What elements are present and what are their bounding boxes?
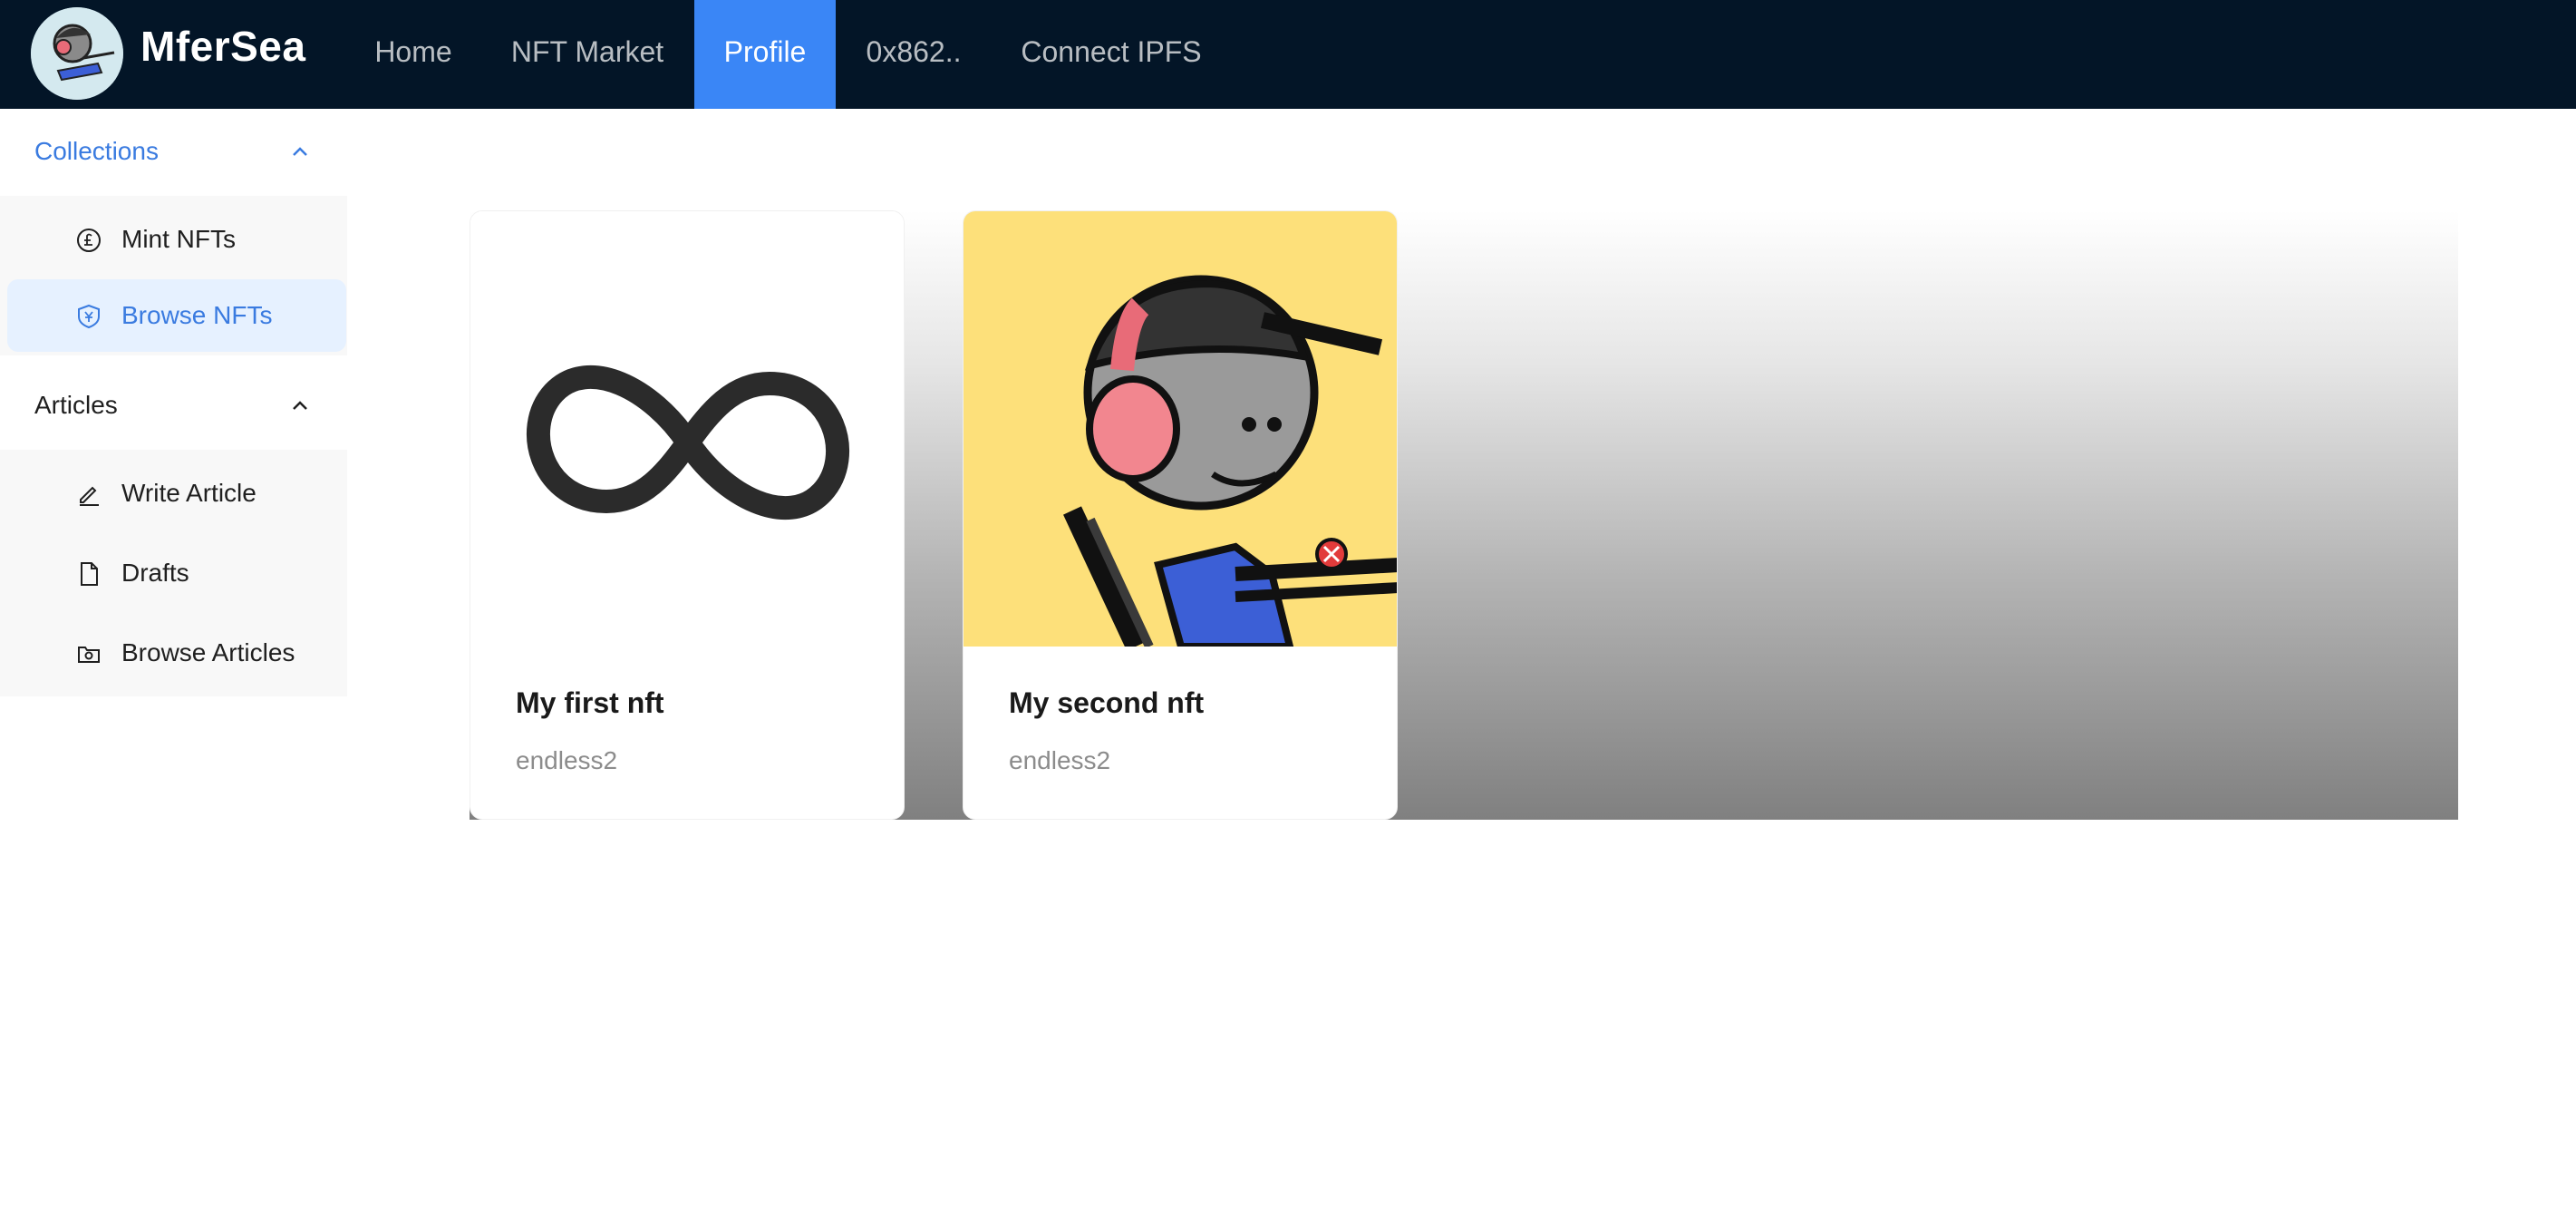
yen-shield-icon (78, 304, 100, 329)
nft-card[interactable]: My second nft endless2 (963, 210, 1398, 820)
nft-collection-name: endless2 (516, 746, 618, 774)
pencil-icon (80, 486, 99, 506)
top-navbar: MferSea Home NFT Market Profile 0x862.. … (0, 0, 2576, 109)
collections-group-header[interactable]: Collections (0, 109, 347, 194)
nav-profile[interactable]: Profile (694, 0, 836, 109)
sidebar-item-browse-articles[interactable]: Browse Articles (0, 617, 339, 689)
camera-folder-icon (78, 647, 100, 663)
brand-logo[interactable] (31, 7, 123, 100)
sidebar-menu: Collections Mint NFTs Browse NFTs Articl… (0, 109, 347, 698)
nft-title: My second nft (1009, 686, 1205, 719)
articles-submenu: Write Article Drafts Browse Articles (0, 450, 347, 696)
mfer-character-image (964, 211, 1397, 647)
nft-title: My first nft (516, 686, 664, 719)
file-icon (81, 562, 98, 586)
sidebar-item-label: Browse Articles (121, 638, 295, 666)
infinity-image (470, 211, 904, 647)
chevron-up-icon (293, 401, 307, 410)
nav-wallet-address[interactable]: 0x862.. (852, 0, 975, 109)
sidebar-item-label: Drafts (121, 559, 189, 587)
nft-collection-name: endless2 (1009, 746, 1111, 774)
sidebar-item-drafts[interactable]: Drafts (0, 537, 339, 609)
nft-card[interactable]: My first nft endless2 (470, 210, 905, 820)
nav-connect-ipfs[interactable]: Connect IPFS (1006, 0, 1216, 109)
sidebar-item-browse-nfts[interactable]: Browse NFTs (7, 279, 346, 352)
nav-nft-market[interactable]: NFT Market (494, 0, 681, 109)
sidebar-item-label: Browse NFTs (121, 301, 273, 329)
brand-name[interactable]: MferSea (140, 22, 305, 71)
sidebar-item-label: Write Article (121, 479, 257, 507)
articles-group-header[interactable]: Articles (0, 363, 347, 448)
pound-coin-icon (77, 229, 101, 252)
nav-home[interactable]: Home (356, 0, 470, 109)
sidebar-item-mint-nfts[interactable]: Mint NFTs (0, 203, 339, 276)
chevron-up-icon (293, 147, 307, 156)
collections-submenu: Mint NFTs Browse NFTs (0, 196, 347, 355)
articles-label: Articles (34, 391, 118, 419)
sidebar-item-write-article[interactable]: Write Article (0, 457, 339, 530)
collections-label: Collections (34, 137, 159, 165)
sidebar-item-label: Mint NFTs (121, 225, 236, 253)
